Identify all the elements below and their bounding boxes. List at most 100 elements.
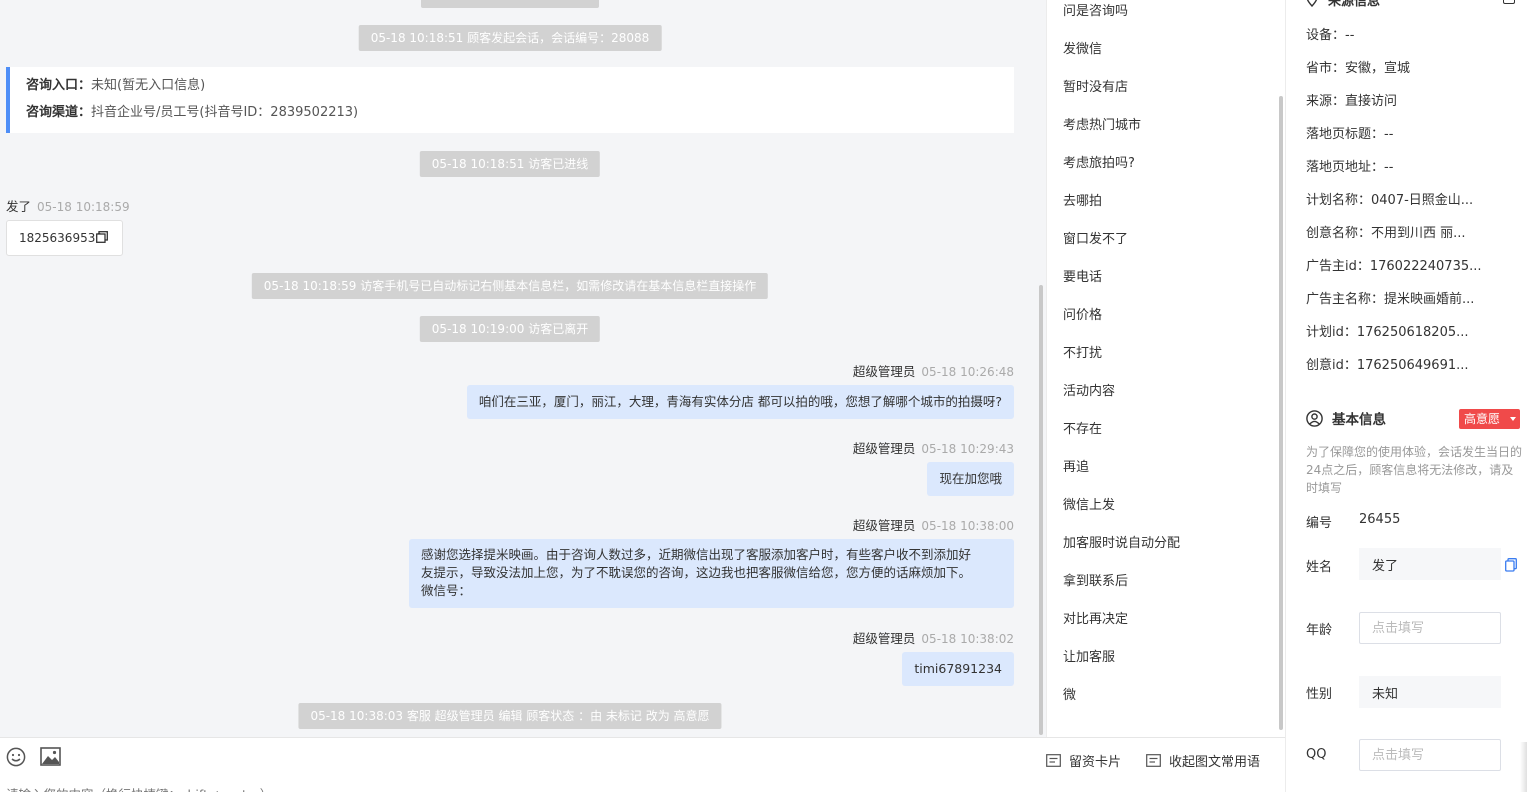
basic-info-note: 为了保障您的使用体验，会话发生当日的24点之后，顾客信息将无法修改，请及时填写 <box>1306 445 1523 495</box>
id-label: 编号 <box>1306 516 1333 531</box>
quick-reply-item[interactable]: 活动内容 <box>1063 380 1115 404</box>
quick-reply-item[interactable]: 微 <box>1063 684 1076 708</box>
image-icon[interactable] <box>40 747 61 766</box>
agent-message-header: 超级管理员 05-18 10:29:43 <box>853 438 1014 457</box>
agent-message-header: 超级管理员 05-18 10:38:00 <box>853 515 1014 534</box>
qq-field[interactable] <box>1359 739 1501 771</box>
quick-reply-item[interactable]: 暂时没有店 <box>1063 76 1128 100</box>
collapse-phrases-button[interactable]: 收起图文常用语 <box>1146 751 1261 770</box>
source-info-title: 来源信息 <box>1328 0 1381 9</box>
system-message: 05-18 10:38:03 客服 超级管理员 编辑 顾客状态 ：由 未标记 改… <box>298 703 722 729</box>
agent-message-bubble[interactable]: 咱们在三亚，厦门，丽江，大理，青海有实体分店 都可以拍的哦，您想了解哪个城市的拍… <box>466 385 1014 419</box>
location-icon <box>1307 0 1317 7</box>
agent-name: 超级管理员 <box>852 364 916 379</box>
agent-name: 超级管理员 <box>852 518 916 533</box>
message-time: 05-18 10:26:48 <box>921 365 1014 379</box>
quick-reply-item[interactable]: 要电话 <box>1063 266 1102 290</box>
message-time: 05-18 10:38:00 <box>921 519 1014 533</box>
customer-info-panel: 来源信息 设备：-- 省市：安徽，宣城 来源：直接访问 落地页标题：-- 落地页… <box>1285 0 1527 792</box>
qq-label: QQ <box>1306 747 1327 762</box>
consult-channel-label: 咨询渠道： <box>26 105 92 120</box>
consult-info-card: 咨询入口：未知(暂无入口信息) 咨询渠道：抖音企业号/员工号(抖音号ID：283… <box>6 67 1014 133</box>
message-input[interactable] <box>6 786 606 792</box>
card-icon <box>1046 753 1061 767</box>
age-label: 年龄 <box>1306 623 1333 638</box>
agent-message-bubble[interactable]: timi67891234 <box>902 652 1014 686</box>
phrases-icon <box>1146 753 1161 767</box>
quick-reply-item[interactable]: 不存在 <box>1063 418 1102 442</box>
message-input-area: 留资卡片 收起图文常用语 <box>0 737 1285 792</box>
source-creative-name: 创意名称：不用到川西 丽... <box>1306 226 1466 241</box>
source-landing-title: 落地页标题：-- <box>1306 127 1394 142</box>
source-device: 设备：-- <box>1306 28 1355 43</box>
name-label: 姓名 <box>1306 560 1333 575</box>
quick-reply-item[interactable]: 微信上发 <box>1063 494 1115 518</box>
quick-reply-scrollbar[interactable] <box>1279 96 1283 730</box>
quick-reply-item[interactable]: 不打扰 <box>1063 342 1102 366</box>
system-message: 05-18 10:18:51 访客已进线 <box>419 151 601 177</box>
agent-message-bubble[interactable]: 现在加您哦 <box>927 462 1014 496</box>
id-value: 26455 <box>1359 512 1401 527</box>
consult-entry-label: 咨询入口： <box>26 78 92 93</box>
age-field[interactable] <box>1359 612 1501 644</box>
chat-panel: 05-18 10:18:51 顾客发起会话，会话编号：28088 咨询入口：未知… <box>0 0 1046 737</box>
message-time: 05-18 10:18:59 <box>37 200 130 214</box>
chat-scrollbar[interactable] <box>1039 285 1043 735</box>
consult-entry-row: 咨询入口：未知(暂无入口信息) <box>26 76 1014 103</box>
basic-info-title: 基本信息 <box>1332 412 1386 428</box>
message-time: 05-18 10:38:02 <box>921 632 1014 646</box>
consult-channel-row: 咨询渠道：抖音企业号/员工号(抖音号ID：2839502213) <box>26 103 1014 130</box>
system-message-cut <box>421 0 599 8</box>
message-line: 感谢您选择提米映画。由于咨询人数过多，近期微信出现了客服添加客户时，有些客户收不… <box>421 547 972 562</box>
quick-reply-item[interactable]: 问价格 <box>1063 304 1102 328</box>
quick-reply-item[interactable]: 加客服时说自动分配 <box>1063 532 1180 556</box>
agent-message-header: 超级管理员 05-18 10:38:02 <box>853 628 1014 647</box>
collapse-phrases-label: 收起图文常用语 <box>1169 754 1261 770</box>
edit-icon[interactable] <box>1503 0 1515 4</box>
panel-edge-shadow <box>1520 742 1527 792</box>
quick-reply-item[interactable]: 窗口发不了 <box>1063 228 1128 252</box>
quick-reply-item[interactable]: 发微信 <box>1063 38 1102 62</box>
source-origin: 来源：直接访问 <box>1306 94 1398 109</box>
caret-down-icon <box>1510 417 1516 421</box>
quick-reply-item[interactable]: 去哪拍 <box>1063 190 1102 214</box>
gender-label: 性别 <box>1306 687 1333 702</box>
visitor-message-header: 发了 05-18 10:18:59 <box>6 196 130 215</box>
quick-reply-item[interactable]: 让加客服 <box>1063 646 1115 670</box>
agent-message-header: 超级管理员 05-18 10:26:48 <box>853 361 1014 380</box>
source-plan-id: 计划id：176250618205... <box>1306 325 1469 340</box>
copy-icon[interactable] <box>1505 558 1517 572</box>
agent-message-bubble[interactable]: 感谢您选择提米映画。由于咨询人数过多，近期微信出现了客服添加客户时，有些客户收不… <box>409 539 1014 608</box>
user-icon <box>1306 409 1323 427</box>
quick-reply-item[interactable]: 考虑热门城市 <box>1063 114 1141 138</box>
visitor-name: 发了 <box>6 199 32 214</box>
lead-card-button[interactable]: 留资卡片 <box>1046 751 1122 770</box>
agent-name: 超级管理员 <box>852 631 916 646</box>
source-advertiser-id: 广告主id：176022240735... <box>1306 259 1482 274</box>
consult-channel-value: 抖音企业号/员工号(抖音号ID：2839502213) <box>91 105 359 120</box>
intent-label: 高意愿 <box>1464 412 1501 426</box>
source-province-city: 省市：安徽，宣城 <box>1306 61 1411 76</box>
intent-dropdown[interactable]: 高意愿 <box>1459 409 1520 429</box>
message-line: 微信号： <box>421 583 472 598</box>
gender-field[interactable] <box>1359 676 1501 708</box>
quick-reply-item[interactable]: 考虑旅拍吗? <box>1063 152 1135 176</box>
agent-name: 超级管理员 <box>852 441 916 456</box>
copy-icon[interactable] <box>96 231 108 243</box>
consult-entry-value: 未知(暂无入口信息) <box>91 78 206 93</box>
quick-reply-item[interactable]: 对比再决定 <box>1063 608 1128 632</box>
name-field[interactable] <box>1359 548 1501 580</box>
source-advertiser-name: 广告主名称：提米映画婚前... <box>1306 292 1475 307</box>
system-message: 05-18 10:19:00 访客已离开 <box>419 316 601 342</box>
basic-info-header: 基本信息 <box>1306 408 1386 428</box>
source-plan-name: 计划名称：0407-日照金山... <box>1306 193 1474 208</box>
lead-card-label: 留资卡片 <box>1069 754 1122 770</box>
emoji-icon[interactable] <box>6 747 26 767</box>
source-landing-url: 落地页地址：-- <box>1306 160 1394 175</box>
system-message: 05-18 10:18:59 访客手机号已自动标记右侧基本信息栏，如需修改请在基… <box>251 273 769 299</box>
quick-reply-item[interactable]: 拿到联系后 <box>1063 570 1128 594</box>
quick-reply-item[interactable]: 问是咨询吗 <box>1063 0 1128 24</box>
quick-reply-panel: 问是咨询吗 发微信 暂时没有店 考虑热门城市 考虑旅拍吗? 去哪拍 窗口发不了 … <box>1046 0 1285 737</box>
source-info-header: 来源信息 <box>1306 0 1381 9</box>
quick-reply-item[interactable]: 再追 <box>1063 456 1089 480</box>
